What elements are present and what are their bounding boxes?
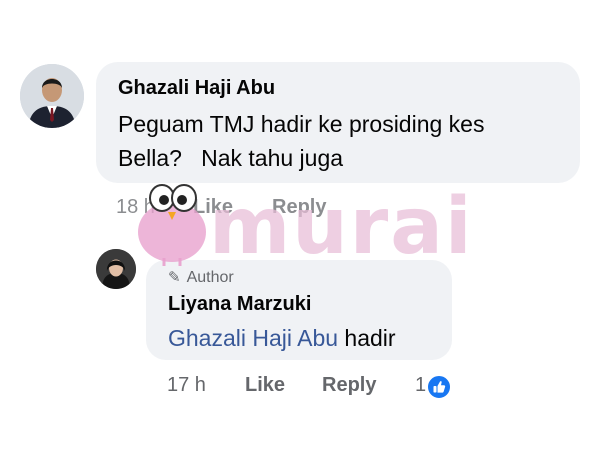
person-avatar-icon <box>20 64 84 128</box>
like-button[interactable]: Like <box>245 374 285 397</box>
comment-author-name[interactable]: Ghazali Haji Abu <box>118 77 275 100</box>
like-button[interactable]: Like <box>193 196 233 219</box>
bird-icon <box>138 184 206 266</box>
reply-actions: 17 h Like Reply 1 <box>167 374 467 400</box>
reply-author-name[interactable]: Liyana Marzuki <box>168 293 311 316</box>
reply-bubble: ✎ Author Liyana Marzuki Ghazali Haji Abu … <box>146 260 452 360</box>
reply-text: Ghazali Haji Abu hadir <box>168 321 396 355</box>
reply-text-body: hadir <box>338 325 396 351</box>
reply-avatar[interactable] <box>96 249 136 289</box>
reply-button[interactable]: Reply <box>272 196 326 219</box>
thumbs-up-icon[interactable] <box>426 374 452 400</box>
comment-text: Peguam TMJ hadir ke prosiding kes Bella?… <box>118 111 485 171</box>
comment-actions: 18 h Like Reply <box>116 196 416 222</box>
reaction-count[interactable]: 1 <box>415 374 426 397</box>
author-badge: ✎ Author <box>168 268 234 287</box>
pencil-icon: ✎ <box>168 269 181 286</box>
watermark: murai <box>124 178 472 272</box>
comment-thread: Ghazali Haji Abu Peguam TMJ hadir ke pro… <box>0 0 600 450</box>
avatar[interactable] <box>20 64 84 128</box>
author-badge-label: Author <box>186 269 234 286</box>
person-avatar-icon <box>96 249 136 289</box>
comment-bubble: Ghazali Haji Abu Peguam TMJ hadir ke pro… <box>96 62 580 183</box>
reply-button[interactable]: Reply <box>322 374 376 397</box>
mention-link[interactable]: Ghazali Haji Abu <box>168 325 338 351</box>
comment-timestamp[interactable]: 18 h <box>116 196 155 219</box>
reply-timestamp[interactable]: 17 h <box>167 374 206 397</box>
thumbs-up-icon-glyph <box>433 381 446 393</box>
